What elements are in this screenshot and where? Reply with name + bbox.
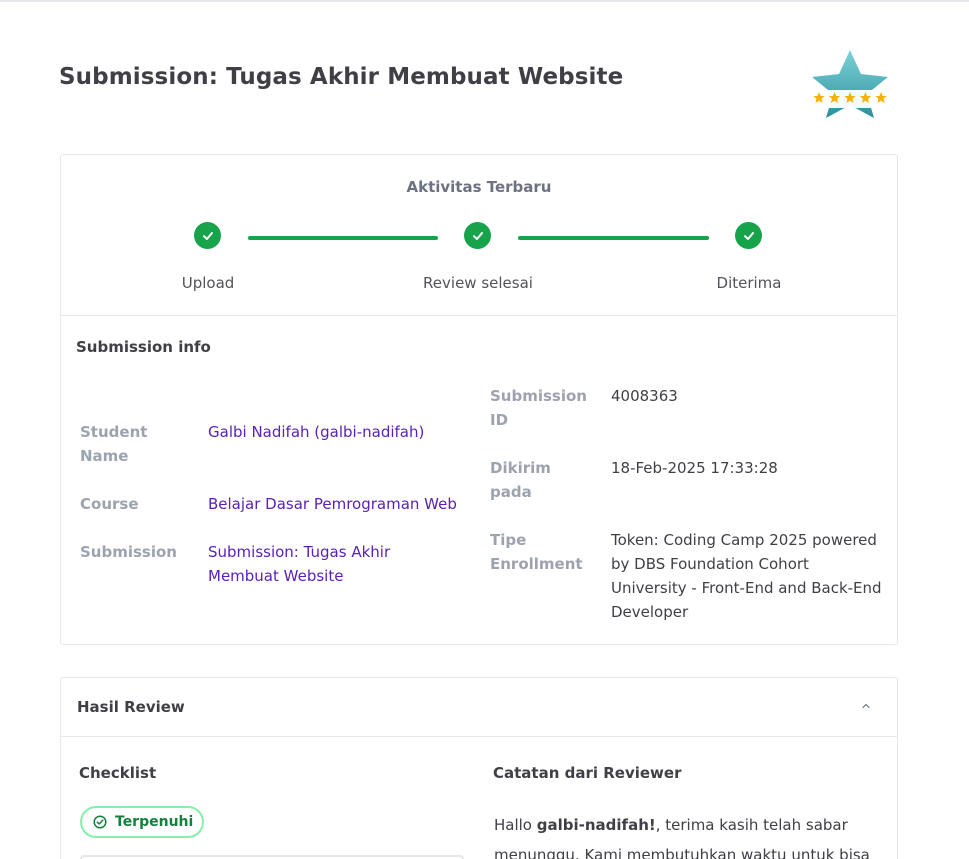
step-connector (248, 236, 438, 240)
chevron-up-icon[interactable] (860, 700, 872, 712)
activity-title: Aktivitas Terbaru (406, 178, 552, 196)
check-circle-outline-icon (93, 815, 107, 829)
notes-greeting: Hallo (494, 816, 537, 834)
activity-card: Aktivitas Terbaru Upload Review selesai … (60, 154, 898, 645)
notes-username: galbi-nadifah! (536, 816, 656, 834)
submitted-at-label: Dikirim pada (490, 459, 551, 501)
student-name-label: Student Name (80, 423, 148, 465)
step-connector (518, 236, 709, 240)
student-name-link[interactable]: Galbi Nadifah (galbi-nadifah) (208, 420, 468, 444)
status-text: Terpenuhi (115, 814, 194, 830)
submitted-at-value: 18-Feb-2025 17:33:28 (611, 459, 778, 477)
step-label-upload: Upload (181, 274, 235, 292)
checklist-title: Checklist (79, 764, 157, 782)
step-accepted-check-icon (735, 222, 762, 249)
checklist-item[interactable] (80, 855, 464, 859)
course-label: Course (80, 495, 139, 513)
enrollment-value: Token: Coding Camp 2025 powered by DBS F… (611, 531, 882, 621)
page-title: Submission: Tugas Akhir Membuat Website (59, 64, 624, 90)
enrollment-label: Tipe Enrollment (490, 531, 583, 573)
step-upload-check-icon (194, 222, 221, 249)
submission-info-title: Submission info (76, 338, 211, 356)
reviewer-notes: Hallo galbi-nadifah!, terima kasih telah… (494, 810, 874, 859)
rating-star-badge-icon (812, 50, 892, 118)
divider (61, 315, 897, 316)
submission-id-value: 4008363 (611, 387, 678, 405)
reviewer-notes-title: Catatan dari Reviewer (493, 764, 682, 782)
submission-id-label: Submission ID (490, 387, 587, 429)
step-label-review: Review selesai (423, 274, 533, 292)
step-label-accepted: Diterima (716, 274, 782, 292)
divider (61, 736, 897, 737)
top-border (0, 0, 969, 2)
submission-label: Submission (80, 543, 177, 561)
submission-link[interactable]: Submission: Tugas Akhir Membuat Website (208, 540, 408, 588)
step-review-check-icon (464, 222, 491, 249)
status-badge: Terpenuhi (80, 806, 204, 838)
review-card: Hasil Review Checklist Terpenuhi Catatan… (60, 677, 898, 859)
review-title: Hasil Review (77, 698, 185, 716)
course-link[interactable]: Belajar Dasar Pemrograman Web (208, 492, 468, 516)
